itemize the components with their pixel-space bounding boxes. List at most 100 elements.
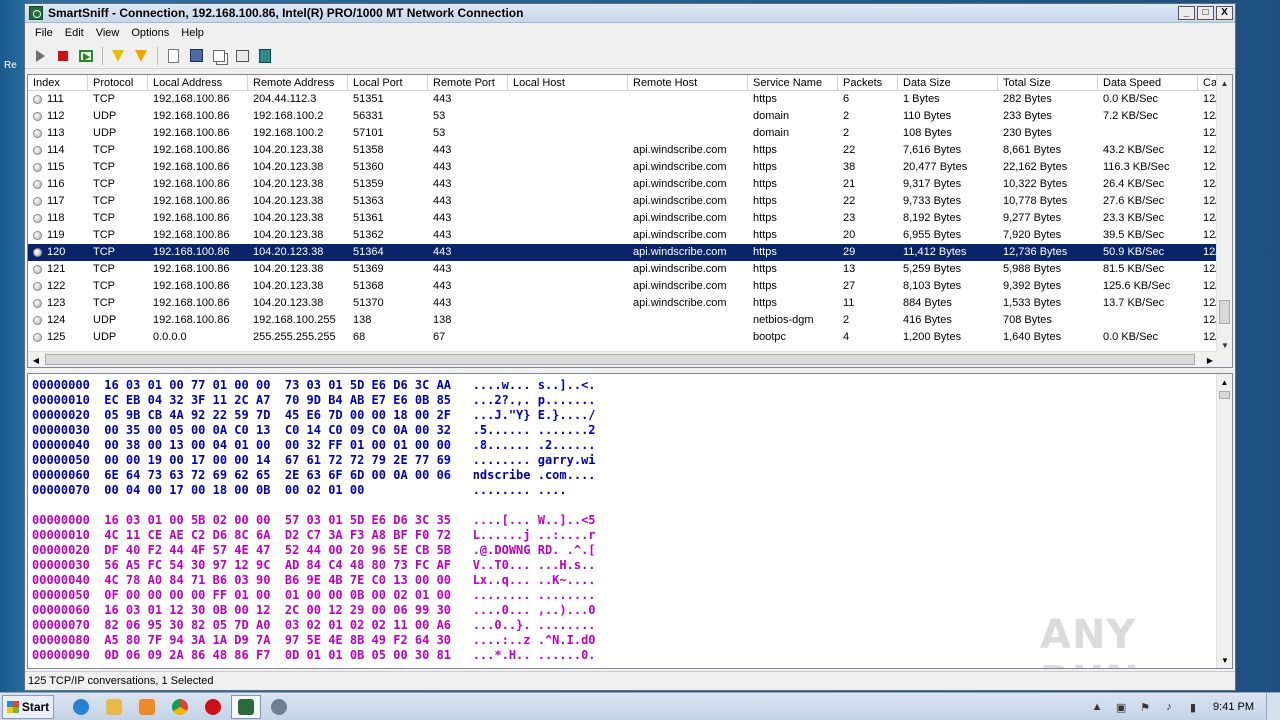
grid-vertical-scrollbar[interactable]: ▲ ▼ [1216,75,1232,353]
row-index-label: 123 [47,297,66,309]
table-row[interactable]: 125 UDP 0.0.0.0 255.255.255.255 68 67 bootpc 4 1… [28,329,1232,346]
chrome-icon[interactable] [165,695,195,719]
clock[interactable]: 9:41 PM [1213,701,1254,713]
col-total-size[interactable]: Total Size [998,75,1098,90]
hex-line: 00000050 0F 00 00 00 00 FF 01 00 01 00 0… [32,588,596,602]
cell-remote-address: 104.20.123.38 [253,229,324,241]
maximize-button[interactable]: □ [1197,6,1214,20]
col-remote-address[interactable]: Remote Address [248,75,348,90]
col-service-name[interactable]: Service Name [748,75,838,90]
volume-icon[interactable]: ♪ [1161,700,1177,714]
table-row[interactable]: 111 TCP 192.168.100.86 204.44.112.3 51351 443… [28,91,1232,108]
scroll-up-icon[interactable]: ▲ [1217,75,1232,91]
close-button[interactable]: X [1216,6,1233,20]
network-icon[interactable]: ▣ [1113,700,1129,714]
table-row[interactable]: 120 TCP 192.168.100.86 104.20.123.38 51364 44… [28,243,1232,262]
copy-icon[interactable] [208,45,230,67]
hex-scroll-up-icon[interactable]: ▲ [1217,374,1232,390]
cell-local-port: 51360 [353,161,384,173]
show-desktop-button[interactable] [1266,693,1280,720]
cell-local-host [508,210,628,227]
cell-total-size: 1,640 Bytes [1003,331,1062,343]
flag-icon[interactable]: ⚑ [1137,700,1153,714]
table-row[interactable]: 123 TCP 192.168.100.86 104.20.123.38 51370 44… [28,295,1232,312]
opera-icon[interactable] [198,695,228,719]
table-row[interactable]: 122 TCP 192.168.100.86 104.20.123.38 51368 44… [28,278,1232,295]
tray-expand-icon[interactable]: ▲ [1089,700,1105,714]
smartsniff-app-icon[interactable] [29,6,43,20]
menu-options[interactable]: Options [125,27,175,39]
cell-local-port: 51363 [353,195,384,207]
col-packets[interactable]: Packets [838,75,898,90]
table-row[interactable]: 115 TCP 192.168.100.86 104.20.123.38 51360 44… [28,159,1232,176]
media-player-icon[interactable] [132,695,162,719]
start-button[interactable]: Start [2,694,54,719]
grid-horizontal-scrollbar[interactable]: ◀ ▶ [28,351,1218,367]
ie-icon[interactable] [66,695,96,719]
save-icon[interactable] [185,45,207,67]
stop-icon[interactable] [52,45,74,67]
hscroll-thumb[interactable] [45,354,1195,365]
table-row[interactable]: 119 TCP 192.168.100.86 104.20.123.38 51362 44… [28,227,1232,244]
col-data-size[interactable]: Data Size [898,75,998,90]
hex-scroll-thumb[interactable] [1219,391,1230,399]
desktop-icon-label[interactable]: Re [4,60,17,71]
col-data-speed[interactable]: Data Speed [1098,75,1198,90]
menu-help[interactable]: Help [175,27,210,39]
table-row[interactable]: 113 UDP 192.168.100.86 192.168.100.2 57101 53… [28,125,1232,142]
menu-edit[interactable]: Edit [59,27,90,39]
cell-remote-port: 53 [433,127,446,139]
table-row[interactable]: 112 UDP 192.168.100.86 192.168.100.2 56331 53… [28,108,1232,125]
wordpad-icon[interactable] [264,695,294,719]
col-protocol[interactable]: Protocol [88,75,148,90]
table-row[interactable]: 117 TCP 192.168.100.86 104.20.123.38 51363 44… [28,193,1232,210]
table-row[interactable]: 121 TCP 192.168.100.86 104.20.123.38 51369 44… [28,261,1232,278]
menu-view[interactable]: View [90,27,126,39]
connections-grid[interactable]: Index Protocol Local Address Remote Addr… [27,74,1233,368]
scroll-left-icon[interactable]: ◀ [28,352,44,367]
hex-dump-pane[interactable]: 00000000 16 03 01 00 77 01 00 00 73 03 0… [27,373,1233,669]
hex-line: 00000080 A5 80 7F 94 3A 1A D9 7A 97 5E 4… [32,633,596,647]
cell-data-size: 1 Bytes [903,93,940,105]
menu-file[interactable]: File [29,27,59,39]
row-index-label: 121 [47,263,66,275]
cell-remote-address: 104.20.123.38 [253,195,324,207]
table-row[interactable]: 114 TCP 192.168.100.86 104.20.123.38 51358 44… [28,142,1232,159]
filter-icon[interactable] [107,45,129,67]
cell-index: 118 [28,210,88,227]
hex-line: 00000010 4C 11 CE AE C2 D6 8C 6A D2 C7 3… [32,528,596,542]
explorer-icon[interactable] [99,695,129,719]
filter-alt-icon[interactable] [130,45,152,67]
cell-capture-time: 12/ [1203,280,1218,292]
properties-icon[interactable] [231,45,253,67]
cell-capture-time: 12/ [1203,212,1218,224]
col-remote-port[interactable]: Remote Port [428,75,508,90]
table-row[interactable]: 116 TCP 192.168.100.86 104.20.123.38 51359 44… [28,176,1232,193]
table-row[interactable]: 118 TCP 192.168.100.86 104.20.123.38 51361 44… [28,210,1232,227]
cell-remote-host: api.windscribe.com [633,161,727,173]
col-local-port[interactable]: Local Port [348,75,428,90]
cell-total-size: 230 Bytes [1003,127,1052,139]
exit-icon[interactable] [254,45,276,67]
title-bar[interactable]: SmartSniff - Connection, 192.168.100.86,… [25,4,1235,23]
table-row[interactable]: 124 UDP 192.168.100.86 192.168.100.255 138 13… [28,312,1232,329]
start-capture-icon[interactable] [75,45,97,67]
col-local-host[interactable]: Local Host [508,75,628,90]
cell-index: 121 [28,261,88,278]
minimize-button[interactable]: _ [1178,6,1195,20]
col-capture-time[interactable]: Ca [1198,75,1218,90]
col-index[interactable]: Index [28,75,88,90]
cell-packets: 21 [843,178,856,190]
power-icon[interactable]: ▮ [1185,700,1201,714]
play-icon[interactable] [29,45,51,67]
col-remote-host[interactable]: Remote Host [628,75,748,90]
cell-data-size: 9,317 Bytes [903,178,962,190]
row-index-label: 118 [47,212,65,224]
cell-protocol: UDP [93,110,117,122]
cell-data-speed: 13.7 KB/Sec [1103,297,1165,309]
new-doc-icon[interactable] [162,45,184,67]
cell-remote-host: api.windscribe.com [633,297,727,309]
scroll-thumb[interactable] [1219,300,1230,324]
smartsniff-icon[interactable] [231,694,261,719]
col-local-address[interactable]: Local Address [148,75,248,90]
